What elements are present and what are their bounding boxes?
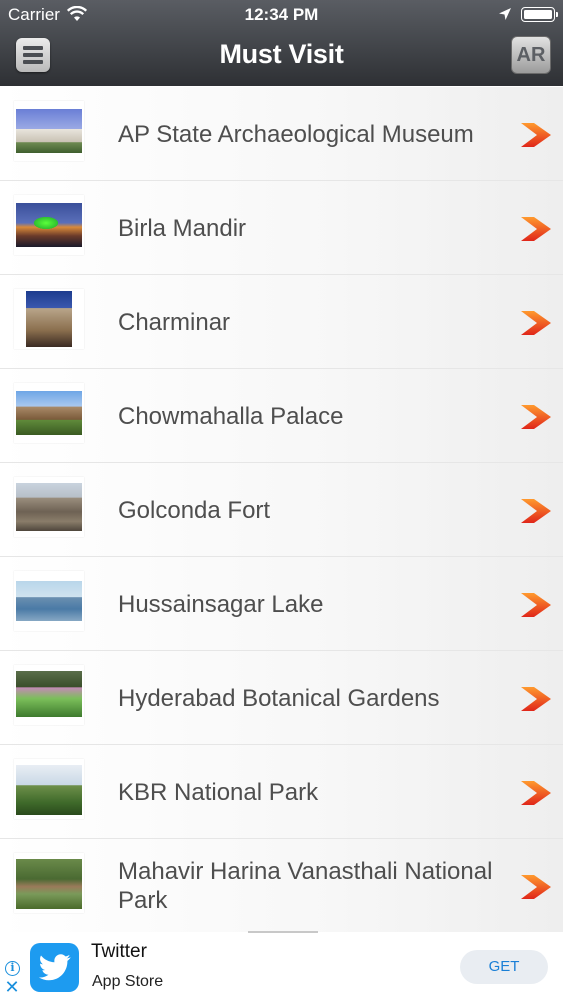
list-item-label: Golconda Fort [118,496,271,524]
list-item-label: AP State Archaeological Museum [118,120,474,148]
kbr-park-photo [16,765,82,815]
places-list: AP State Archaeological Museum Birla Man… [0,87,563,932]
list-item-label: Chowmahalla Palace [118,402,344,430]
app-header: Carrier 12:34 PM Must Visit AR [0,0,563,86]
list-item-chowmahalla-palace[interactable]: Chowmahalla Palace [0,369,563,463]
chevron-right-icon [521,499,551,523]
status-bar: Carrier 12:34 PM [0,0,563,30]
museum-photo [16,109,82,153]
ar-button[interactable]: AR [511,36,551,74]
chevron-right-icon [521,687,551,711]
lake-photo [16,581,82,621]
chevron-right-icon [521,405,551,429]
place-thumbnail [14,101,84,161]
list-item-label: Charminar [118,308,231,336]
golconda-photo [16,483,82,531]
twitter-bird-icon[interactable] [30,943,79,992]
chevron-right-icon [521,781,551,805]
place-thumbnail [14,571,84,631]
battery-icon [521,7,558,22]
info-icon[interactable]: i [5,961,20,976]
list-item-golconda-fort[interactable]: Golconda Fort [0,463,563,557]
birla-mandir-photo [16,203,82,247]
chevron-right-icon [521,123,551,147]
chevron-right-icon [521,217,551,241]
place-thumbnail [14,289,84,349]
status-time: 12:34 PM [244,5,319,24]
chevron-right-icon [521,593,551,617]
ad-banner[interactable]: i ✕ Twitter App Store GET [0,931,563,1000]
list-item-charminar[interactable]: Charminar [0,275,563,369]
list-item-label: Hussainsagar Lake [118,590,324,618]
navigation-bar: Must Visit AR [0,30,563,86]
deer-park-photo [16,859,82,909]
list-item-mahavir-harina-vanasthali[interactable]: Mahavir Harina Vanasthali National Park [0,839,563,932]
list-item-label: Hyderabad Botanical Gardens [118,684,440,712]
page-title: Must Visit [219,39,344,69]
list-item-birla-mandir[interactable]: Birla Mandir [0,181,563,275]
place-thumbnail [14,477,84,537]
location-icon [499,8,511,20]
chowmahalla-photo [16,391,82,435]
get-button[interactable]: GET [460,950,548,984]
chevron-right-icon [521,875,551,899]
chevron-right-icon [521,311,551,335]
botanical-gardens-photo [16,671,82,717]
scroll-indicator [248,931,318,933]
ad-subtitle: App Store [92,973,164,990]
list-item-ap-state-archaeological-museum[interactable]: AP State Archaeological Museum [0,87,563,181]
place-thumbnail [14,853,84,913]
charminar-photo [26,291,72,347]
list-item-label: Mahavir Harina Vanasthali National Park [118,858,493,914]
close-icon[interactable]: ✕ [4,978,20,996]
list-item-kbr-national-park[interactable]: KBR National Park [0,745,563,839]
list-item-label: Birla Mandir [118,214,247,242]
place-thumbnail [14,195,84,255]
ad-title: Twitter [91,941,147,962]
list-item-label: KBR National Park [118,778,319,806]
list-item-hyderabad-botanical-gardens[interactable]: Hyderabad Botanical Gardens [0,651,563,745]
place-thumbnail [14,383,84,443]
place-thumbnail [14,759,84,819]
list-item-hussainsagar-lake[interactable]: Hussainsagar Lake [0,557,563,651]
place-thumbnail [14,665,84,725]
